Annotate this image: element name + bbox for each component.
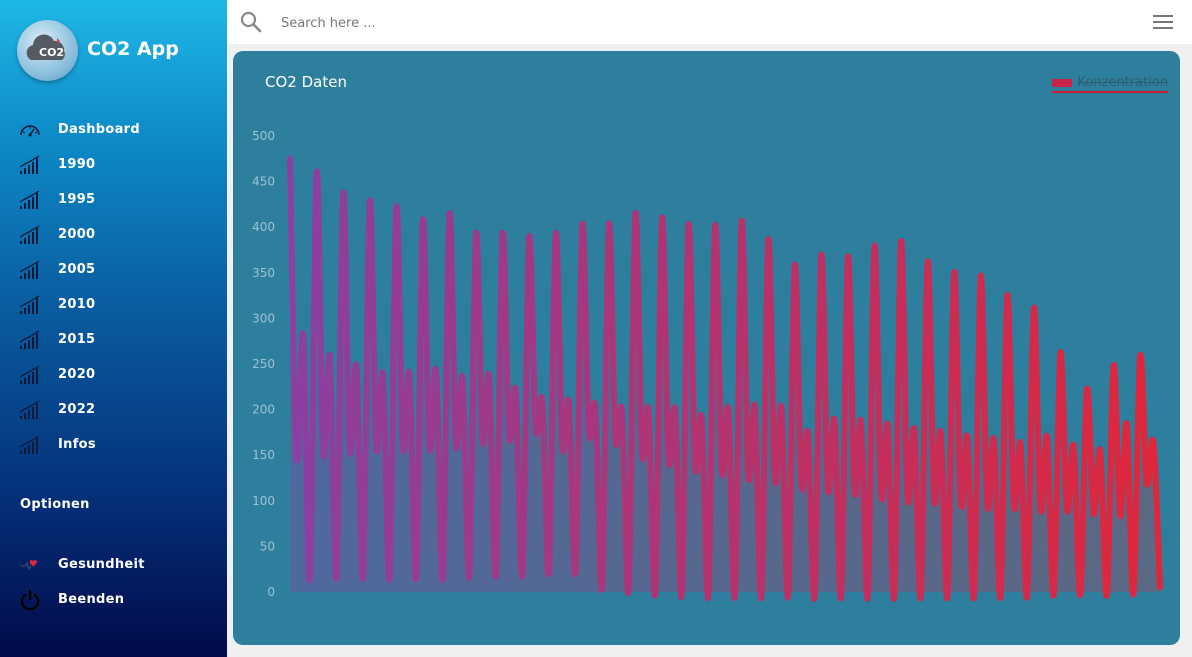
section-label-optionen: Optionen [20, 497, 90, 512]
search-input[interactable] [279, 10, 883, 36]
sidebar-item-label: Infos [58, 437, 96, 452]
y-tick-label: 500 [252, 129, 275, 143]
sidebar-item-label: 2015 [58, 332, 96, 347]
sidebar-item-label: 1990 [58, 157, 96, 172]
y-tick-label: 200 [252, 403, 275, 417]
svg-text:CO2: CO2 [39, 46, 64, 59]
y-tick-label: 150 [252, 448, 275, 462]
chart-card: CO2 Daten Konzentration 0 50 100 150 200 250 3… [233, 51, 1180, 645]
y-tick-label: 300 [252, 311, 275, 325]
sidebar-item-2020[interactable]: 2020 [0, 361, 227, 389]
app-title: CO2 App [87, 38, 179, 60]
chart-icon [19, 190, 40, 209]
chart-icon [19, 260, 40, 279]
sidebar-item-dashboard[interactable]: Dashboard [0, 116, 227, 144]
chart-icon [19, 365, 40, 384]
y-tick-label: 400 [252, 220, 275, 234]
sidebar-item-label: Beenden [58, 592, 125, 607]
sidebar-item-label: Dashboard [58, 122, 140, 137]
sidebar-item-label: 2000 [58, 227, 96, 242]
sidebar-item-1995[interactable]: 1995 [0, 186, 227, 214]
sidebar-item-label: 1995 [58, 192, 96, 207]
sidebar-item-2022[interactable]: 2022 [0, 396, 227, 424]
co2-line-chart: 0 50 100 150 200 250 300 350 400 450 500 [252, 129, 1163, 602]
search-icon[interactable] [239, 10, 263, 34]
chart-icon [19, 155, 40, 174]
y-tick-label: 100 [252, 494, 275, 508]
y-tick-label: 350 [252, 266, 275, 280]
sidebar-item-label: 2020 [58, 367, 96, 382]
speedometer-icon [20, 125, 40, 137]
chart-icon [19, 225, 40, 244]
top-bar [227, 0, 1192, 44]
chart-icon [19, 400, 40, 419]
sidebar-item-2010[interactable]: 2010 [0, 291, 227, 319]
chart-icon [19, 295, 40, 314]
sidebar-item-gesundheit[interactable]: Gesundheit [0, 551, 227, 579]
sidebar-item-2000[interactable]: 2000 [0, 221, 227, 249]
sidebar-item-1990[interactable]: 1990 [0, 151, 227, 179]
chart-icon [19, 330, 40, 349]
y-tick-label: 0 [267, 585, 275, 599]
sidebar-item-infos[interactable]: Infos [0, 431, 227, 459]
sidebar-item-label: 2005 [58, 262, 96, 277]
power-icon [20, 590, 40, 610]
sidebar-item-label: 2022 [58, 402, 96, 417]
heartbeat-icon [21, 559, 37, 571]
y-tick-label: 450 [252, 175, 275, 189]
chart-icon [19, 435, 40, 454]
sidebar-item-label: 2010 [58, 297, 96, 312]
cloud-logo-icon: CO2 [26, 34, 65, 60]
sidebar-item-beenden[interactable]: Beenden [0, 586, 227, 614]
sidebar-item-label: Gesundheit [58, 557, 145, 572]
hamburger-menu-icon[interactable] [1152, 13, 1174, 31]
sidebar: CO2 CO2 App Dashboard 1990 1995 2000 200… [0, 0, 227, 657]
sidebar-item-2005[interactable]: 2005 [0, 256, 227, 284]
y-tick-label: 250 [252, 357, 275, 371]
y-tick-label: 50 [260, 539, 275, 553]
app-logo[interactable]: CO2 [17, 20, 78, 81]
sidebar-item-2015[interactable]: 2015 [0, 326, 227, 354]
